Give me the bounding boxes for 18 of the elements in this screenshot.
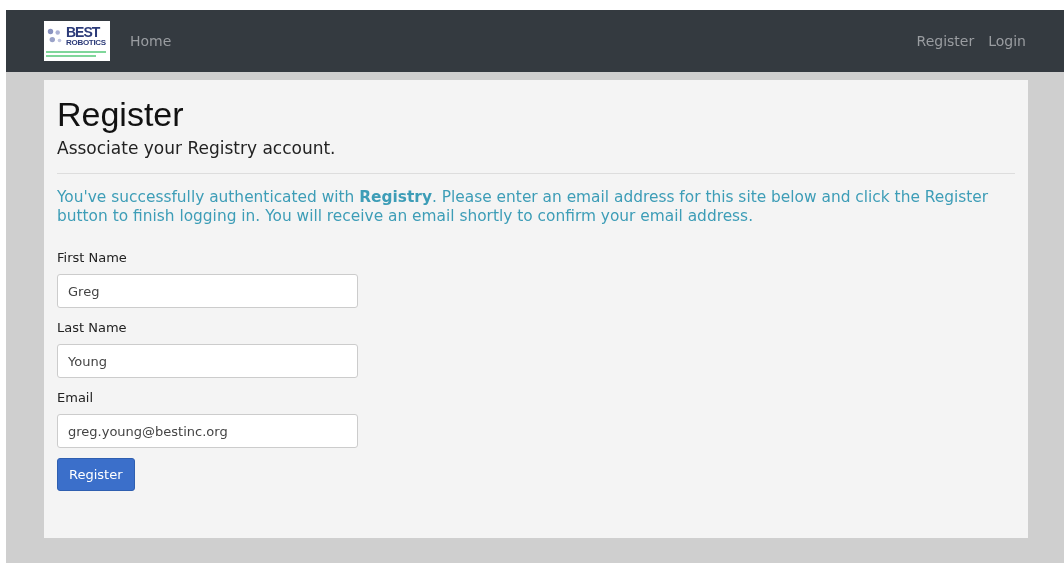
field-label: Email xyxy=(57,390,95,405)
page-title: Register xyxy=(57,94,185,134)
logo-title: BEST xyxy=(66,25,101,39)
logo-subtitle: ROBOTICS xyxy=(66,39,106,47)
input-field[interactable]: Young xyxy=(57,344,358,378)
nav-link[interactable]: Home xyxy=(130,33,172,49)
nav-link[interactable]: Register xyxy=(916,33,975,49)
page-subtitle: Associate your Registry account. xyxy=(57,138,337,158)
input-field[interactable]: Greg xyxy=(57,274,358,308)
tagline-stripes-icon xyxy=(46,51,106,57)
input-field[interactable]: greg.young@bestinc.org xyxy=(57,414,358,448)
dots-icon xyxy=(46,27,64,45)
logo[interactable]: BEST ROBOTICS xyxy=(44,21,110,61)
info-message: You've successfully authenticated with Registry. Please enter an email address for this site below and click the Register button to finish logging in. You will receive an email shortly to confirm your email address. xyxy=(57,188,990,226)
register-button[interactable]: Register xyxy=(57,458,135,491)
field-label: Last Name xyxy=(57,320,128,335)
nav-link[interactable]: Login xyxy=(988,33,1026,49)
field-label: First Name xyxy=(57,250,128,265)
